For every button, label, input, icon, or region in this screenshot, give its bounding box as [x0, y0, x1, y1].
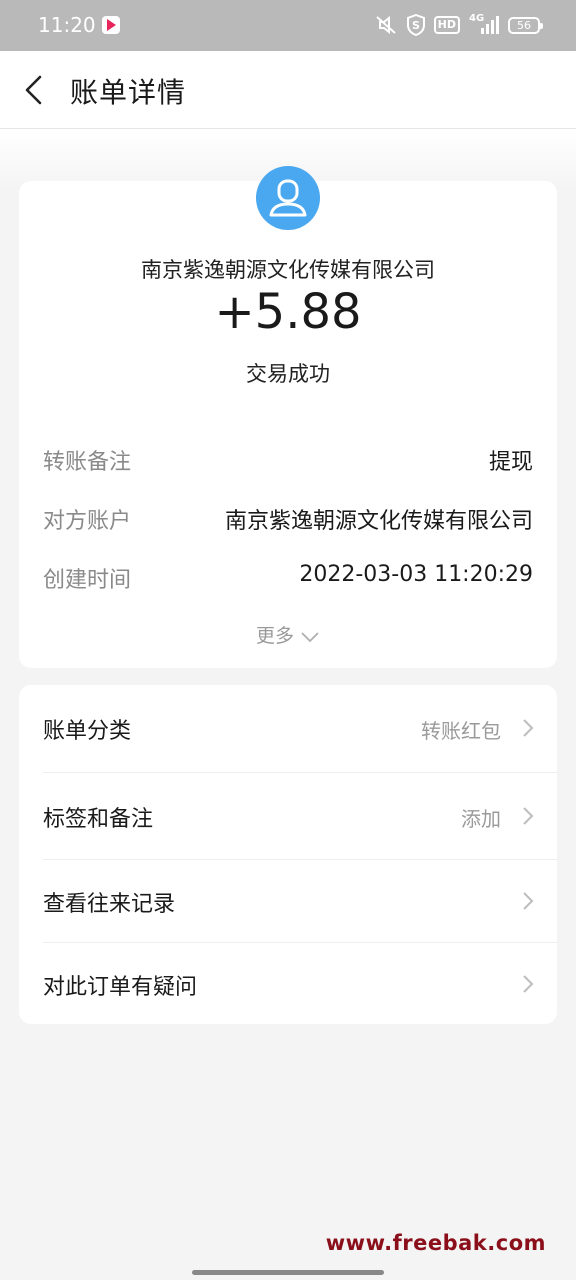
home-indicator[interactable] — [192, 1270, 384, 1275]
more-label: 更多 — [255, 625, 294, 647]
detail-row-created-time: 创建时间 2022-03-03 11:20:29 — [43, 562, 533, 596]
chevron-down-icon — [301, 631, 319, 642]
detail-label: 创建时间 — [43, 568, 132, 593]
shield-s-icon: S — [406, 14, 425, 36]
chevron-right-icon — [523, 975, 534, 993]
bill-summary-card: 南京紫逸朝源文化传媒有限公司 +5.88 交易成功 转账备注 提现 对方账户 南… — [19, 166, 557, 668]
battery-icon: 56 — [508, 16, 543, 34]
detail-value: 提现 — [488, 450, 533, 475]
status-icons: S HD 4G 56 — [374, 13, 543, 36]
menu-value: 添加 — [461, 807, 501, 831]
status-time: 11:20 — [38, 13, 96, 37]
signal-bars-icon — [481, 16, 499, 34]
nav-bar: 账单详情 — [0, 51, 576, 129]
chevron-left-icon[interactable] — [18, 71, 52, 109]
menu-item-tags-notes[interactable]: 标签和备注 添加 — [19, 773, 557, 859]
mute-icon — [375, 15, 396, 35]
watermark-text: www.freebak.com — [325, 1231, 546, 1255]
status-bar: 11:20 S HD 4G 56 — [0, 0, 576, 51]
svg-text:S: S — [412, 19, 420, 32]
menu-item-bill-category[interactable]: 账单分类 转账红包 — [19, 685, 557, 771]
menu-label: 标签和备注 — [43, 807, 154, 832]
detail-row-remark: 转账备注 提现 — [43, 444, 533, 478]
hd-icon: HD — [433, 16, 460, 34]
transaction-status: 交易成功 — [246, 362, 330, 386]
more-button[interactable]: 更多 — [19, 621, 557, 648]
bill-actions-card: 账单分类 转账红包 标签和备注 添加 查看往来记录 对此订单有疑问 — [19, 685, 557, 1024]
menu-label: 账单分类 — [43, 719, 132, 744]
person-avatar-icon — [256, 166, 320, 230]
menu-item-order-question[interactable]: 对此订单有疑问 — [19, 941, 557, 1027]
chevron-right-icon — [523, 719, 534, 737]
app-notification-icon — [102, 16, 120, 34]
detail-label: 对方账户 — [43, 509, 132, 534]
page-title: 账单详情 — [70, 76, 187, 109]
detail-row-counterparty: 对方账户 南京紫逸朝源文化传媒有限公司 — [43, 503, 533, 537]
merchant-name: 南京紫逸朝源文化传媒有限公司 — [141, 258, 435, 282]
chevron-right-icon — [523, 892, 534, 910]
menu-value: 转账红包 — [421, 719, 501, 743]
signal-4g-icon: 4G — [469, 13, 499, 35]
chevron-right-icon — [523, 807, 534, 825]
transaction-amount: +5.88 — [214, 284, 362, 340]
menu-item-history[interactable]: 查看往来记录 — [19, 858, 557, 944]
menu-label: 对此订单有疑问 — [43, 975, 198, 1000]
detail-value: 南京紫逸朝源文化传媒有限公司 — [224, 509, 533, 534]
detail-label: 转账备注 — [43, 450, 132, 475]
detail-value: 2022-03-03 11:20:29 — [299, 562, 533, 587]
menu-label: 查看往来记录 — [43, 892, 176, 917]
